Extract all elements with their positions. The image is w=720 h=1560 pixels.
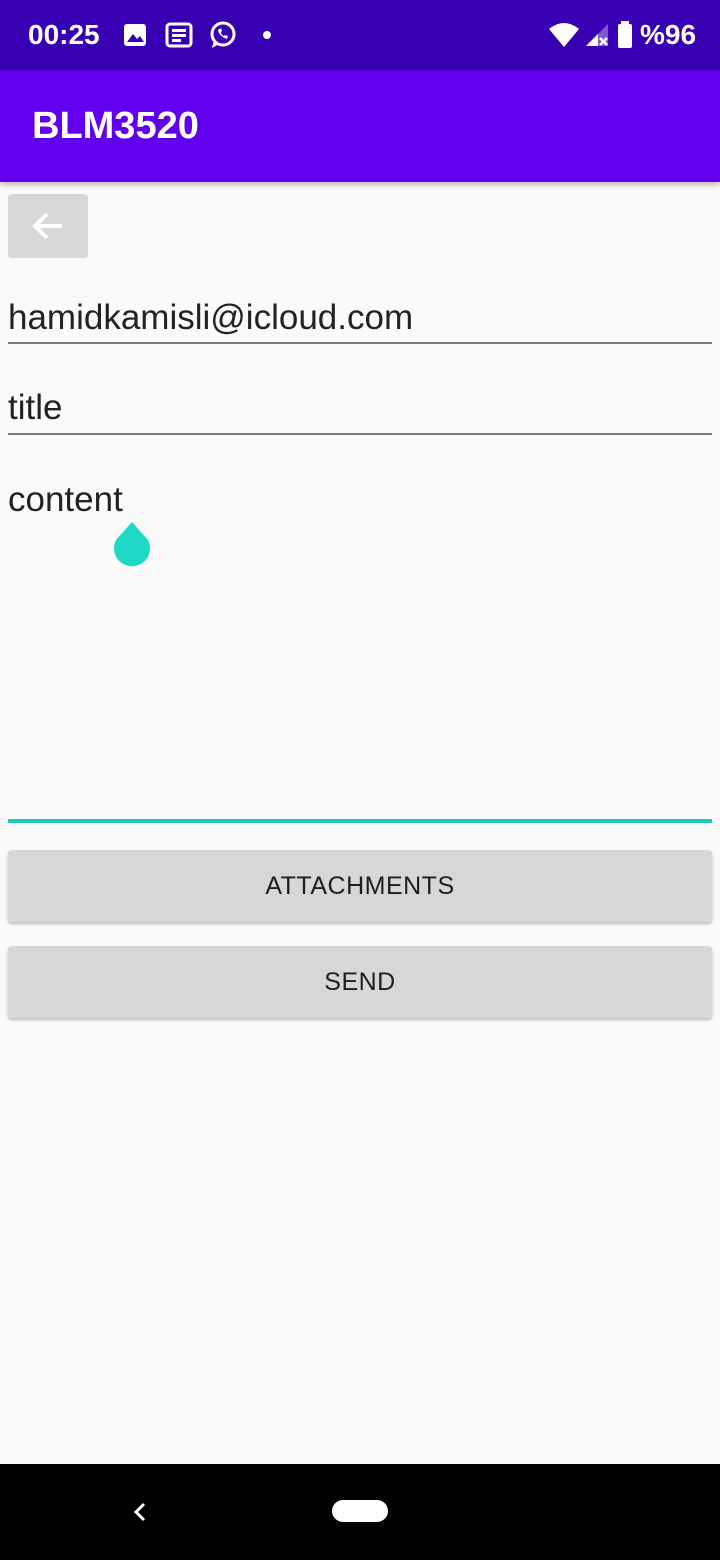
whatsapp-icon xyxy=(210,21,236,48)
home-pill-icon[interactable] xyxy=(332,1500,388,1522)
wifi-icon xyxy=(549,23,579,47)
cell-signal-icon xyxy=(586,24,608,46)
arrow-left-icon xyxy=(32,212,62,240)
send-button[interactable]: SEND xyxy=(8,946,712,1018)
app-bar: BLM3520 xyxy=(0,70,720,182)
recipient-email-value: hamidkamisli@icloud.com xyxy=(8,298,414,337)
chevron-left-icon[interactable] xyxy=(126,1496,154,1528)
subject-underline xyxy=(8,433,712,435)
gallery-icon xyxy=(124,24,146,46)
text-cursor-handle-icon[interactable] xyxy=(111,520,153,570)
content-underline xyxy=(8,819,712,823)
app-title: BLM3520 xyxy=(32,105,199,147)
battery-percentage: %96 xyxy=(640,19,697,50)
status-bar: 00:25 %96 xyxy=(0,0,720,70)
subject-value: title xyxy=(8,388,63,427)
dot-icon xyxy=(263,31,271,39)
content-value: content xyxy=(8,480,123,519)
battery-icon xyxy=(618,21,632,48)
recipient-email-underline xyxy=(8,342,712,344)
news-icon xyxy=(165,22,193,48)
status-time: 00:25 xyxy=(28,19,100,50)
attachments-button[interactable]: ATTACHMENTS xyxy=(8,850,712,922)
back-button[interactable] xyxy=(8,194,88,258)
